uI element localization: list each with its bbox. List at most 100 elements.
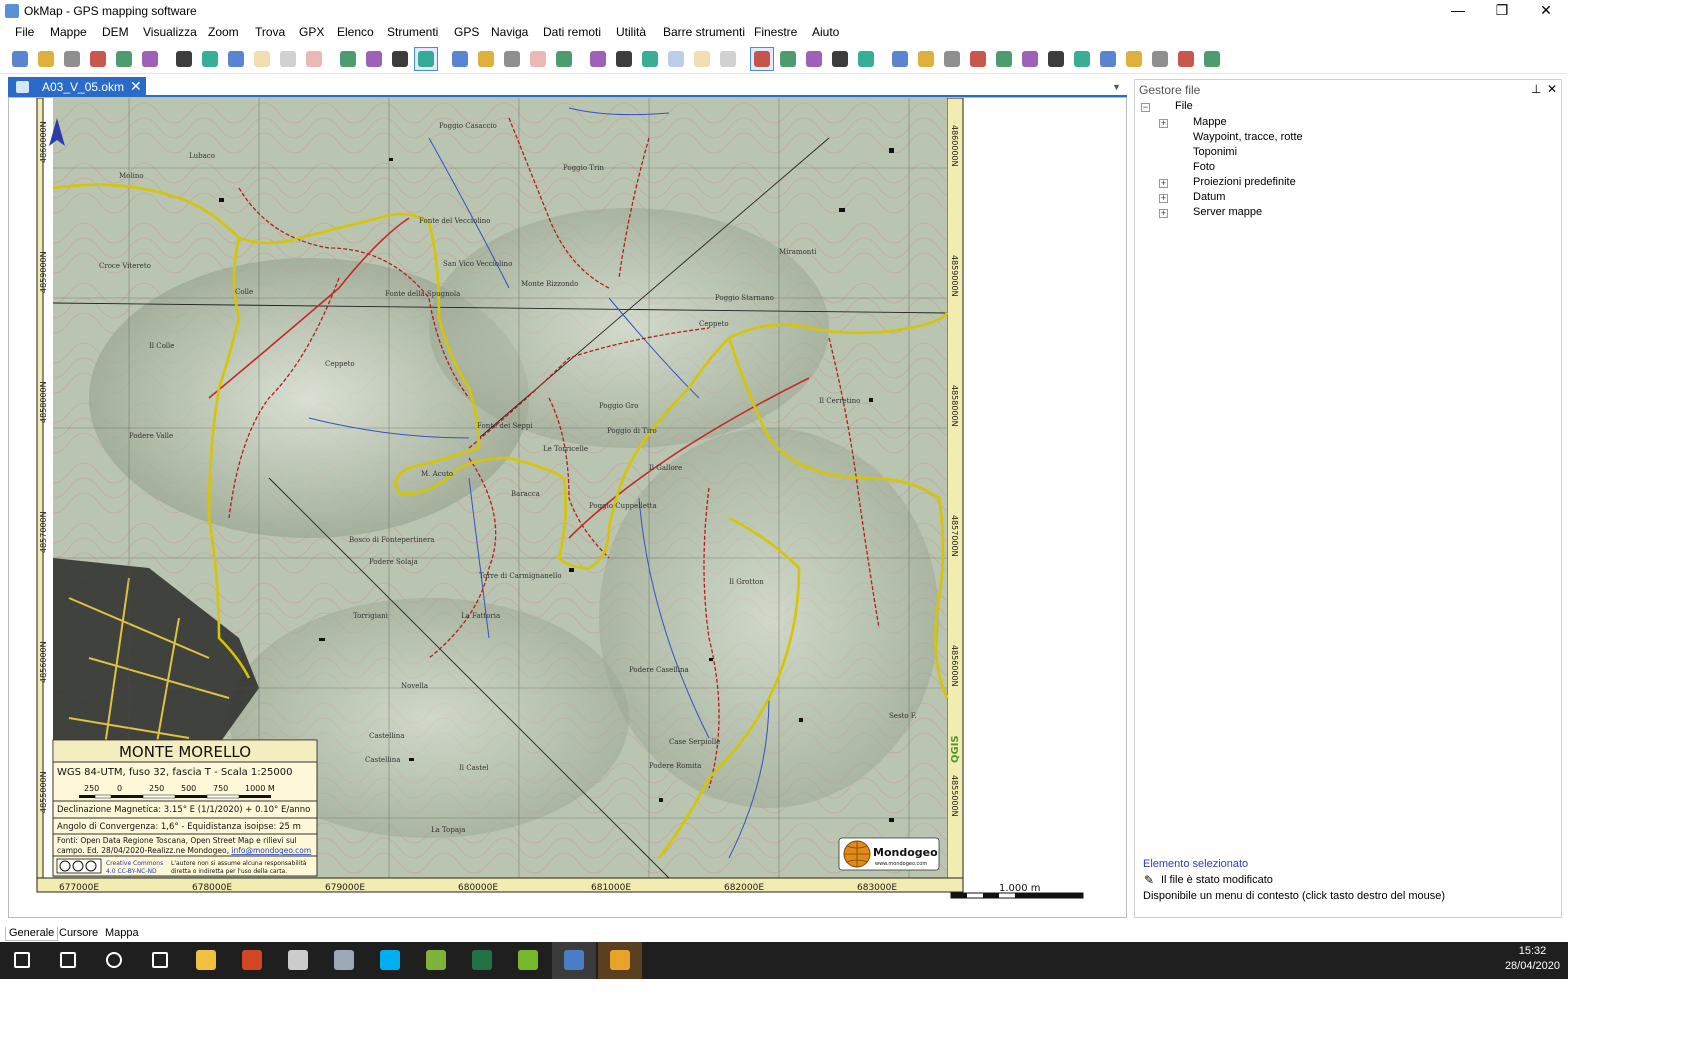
close-button[interactable]: ✕ <box>1524 0 1568 22</box>
select-area-button[interactable] <box>803 48 825 70</box>
lock-button[interactable] <box>414 47 438 71</box>
menu-barre-strumenti[interactable]: Barre strumenti <box>661 25 747 39</box>
menu-finestre[interactable]: Finestre <box>752 25 799 39</box>
open-waypoints-button[interactable] <box>87 48 109 70</box>
open-routes-button[interactable] <box>139 48 161 70</box>
menu-gpx[interactable]: GPX <box>297 25 326 39</box>
measure-button[interactable] <box>1019 48 1041 70</box>
menu-naviga[interactable]: Naviga <box>489 25 530 39</box>
windows-start-taskbar-button[interactable] <box>0 942 44 979</box>
save-map-button[interactable] <box>173 48 195 70</box>
menu-file[interactable]: File <box>13 25 36 39</box>
tree-item[interactable]: Server mappe <box>1193 206 1262 218</box>
tab-mappa[interactable]: Mappa <box>102 927 142 941</box>
tab-list-dropdown-icon[interactable]: ▼ <box>1112 82 1121 92</box>
zoom-scale-button[interactable] <box>553 48 575 70</box>
close-tab-icon[interactable]: ✕ <box>130 78 142 95</box>
save-all-button[interactable] <box>277 48 299 70</box>
map-view[interactable]: Poggio Casaccio Poggio Trin Fonte del Vecc… <box>8 97 1127 918</box>
minimize-button[interactable]: — <box>1436 0 1480 22</box>
menu-visualizza[interactable]: Visualizza <box>141 25 199 39</box>
menu-mappe[interactable]: Mappe <box>48 25 89 39</box>
waypoint-add-button[interactable] <box>613 48 635 70</box>
diamond-button[interactable] <box>1071 48 1093 70</box>
save-as-button[interactable] <box>251 48 273 70</box>
find-button[interactable] <box>389 48 411 70</box>
open-tracks-button[interactable] <box>113 48 135 70</box>
calculator-taskbar-button[interactable] <box>276 942 320 979</box>
expand-icon[interactable]: + <box>1159 179 1168 188</box>
license-line-2[interactable]: 4.0 CC-BY-NC-ND <box>106 868 157 875</box>
ruler-button[interactable] <box>1149 48 1171 70</box>
measure-area-button[interactable] <box>1045 48 1067 70</box>
expand-icon[interactable]: + <box>1159 209 1168 218</box>
pin-button[interactable] <box>1097 48 1119 70</box>
ruler-cross-button[interactable] <box>1201 48 1223 70</box>
okmap-taskbar-button[interactable] <box>552 942 596 979</box>
tab-cursore[interactable]: Cursore <box>56 927 101 941</box>
tree-item[interactable]: Toponimi <box>1193 146 1237 158</box>
license-line-1[interactable]: Creative Commons <box>106 860 163 867</box>
select-button[interactable] <box>750 47 774 71</box>
tab-generale[interactable]: Generale <box>5 927 59 941</box>
pin-panel-icon[interactable]: ⊥ <box>1531 82 1541 96</box>
expand-icon[interactable]: + <box>1159 119 1168 128</box>
select-add-button[interactable] <box>777 48 799 70</box>
powerpoint-taskbar-button[interactable] <box>230 942 274 979</box>
menu-trova[interactable]: Trova <box>253 25 287 39</box>
ruler-area-button[interactable] <box>1175 48 1197 70</box>
open-file-button[interactable] <box>35 48 57 70</box>
label-button[interactable] <box>915 48 937 70</box>
system-clock[interactable]: 15:32 28/04/2020 <box>1505 944 1560 974</box>
tree-item[interactable]: Proiezioni predefinite <box>1193 176 1296 188</box>
excel-taskbar-button[interactable] <box>460 942 504 979</box>
chrome-taskbar-button[interactable] <box>598 942 642 979</box>
steam-taskbar-button[interactable] <box>322 942 366 979</box>
save-file-button[interactable] <box>199 48 221 70</box>
close-panel-icon[interactable]: ✕ <box>1547 82 1557 96</box>
copy-button[interactable] <box>665 48 687 70</box>
skype-taskbar-button[interactable] <box>368 942 412 979</box>
map-properties-button[interactable] <box>337 48 359 70</box>
table-button[interactable] <box>639 48 661 70</box>
menu-utilita[interactable]: Utilità <box>614 25 648 39</box>
draw-button[interactable] <box>993 48 1015 70</box>
smiley-waypoint-button[interactable] <box>889 48 911 70</box>
menu-elenco[interactable]: Elenco <box>335 25 376 39</box>
menu-strumenti[interactable]: Strumenti <box>385 25 440 39</box>
save-gpx-button[interactable] <box>225 48 247 70</box>
maximize-button[interactable]: ❐ <box>1480 0 1524 22</box>
open-map-button[interactable] <box>9 48 31 70</box>
zoom-out-button[interactable] <box>475 48 497 70</box>
search-taskbar-button[interactable] <box>46 942 90 979</box>
zoom-previous-button[interactable] <box>527 48 549 70</box>
tree-item[interactable]: Mappe <box>1193 116 1227 128</box>
tree-item[interactable]: Foto <box>1193 161 1215 173</box>
filter-button[interactable] <box>717 48 739 70</box>
open-gpx-button[interactable] <box>61 48 83 70</box>
track-button[interactable] <box>967 48 989 70</box>
map-email-link[interactable]: info@mondogeo.com <box>231 846 311 855</box>
task-view-taskbar-button[interactable] <box>138 942 182 979</box>
qgis-taskbar-button[interactable] <box>506 942 550 979</box>
eraser-button[interactable] <box>829 48 851 70</box>
map-list-button[interactable] <box>363 48 385 70</box>
menu-dati-remoti[interactable]: Dati remoti <box>541 25 603 39</box>
close-file-button[interactable] <box>303 48 325 70</box>
edit-button[interactable] <box>587 48 609 70</box>
tree-item[interactable]: Datum <box>1193 191 1225 203</box>
cortana-taskbar-button[interactable] <box>92 942 136 979</box>
zoom-fit-button[interactable] <box>501 48 523 70</box>
file-explorer-taskbar-button[interactable] <box>184 942 228 979</box>
route-button[interactable] <box>941 48 963 70</box>
menu-zoom[interactable]: Zoom <box>206 25 241 39</box>
notepad-taskbar-button[interactable] <box>414 942 458 979</box>
tree-root-file[interactable]: File <box>1175 100 1193 112</box>
tree-item[interactable]: Waypoint, tracce, rotte <box>1193 131 1303 143</box>
magic-button[interactable] <box>1123 48 1145 70</box>
expand-icon[interactable]: + <box>1159 194 1168 203</box>
topographic-map[interactable]: Poggio Casaccio Poggio Trin Fonte del Vecc… <box>9 98 1127 918</box>
menu-gps[interactable]: GPS <box>452 25 481 39</box>
document-tab[interactable]: A03_V_05.okm ✕ <box>8 77 146 97</box>
delete-button[interactable] <box>691 48 713 70</box>
